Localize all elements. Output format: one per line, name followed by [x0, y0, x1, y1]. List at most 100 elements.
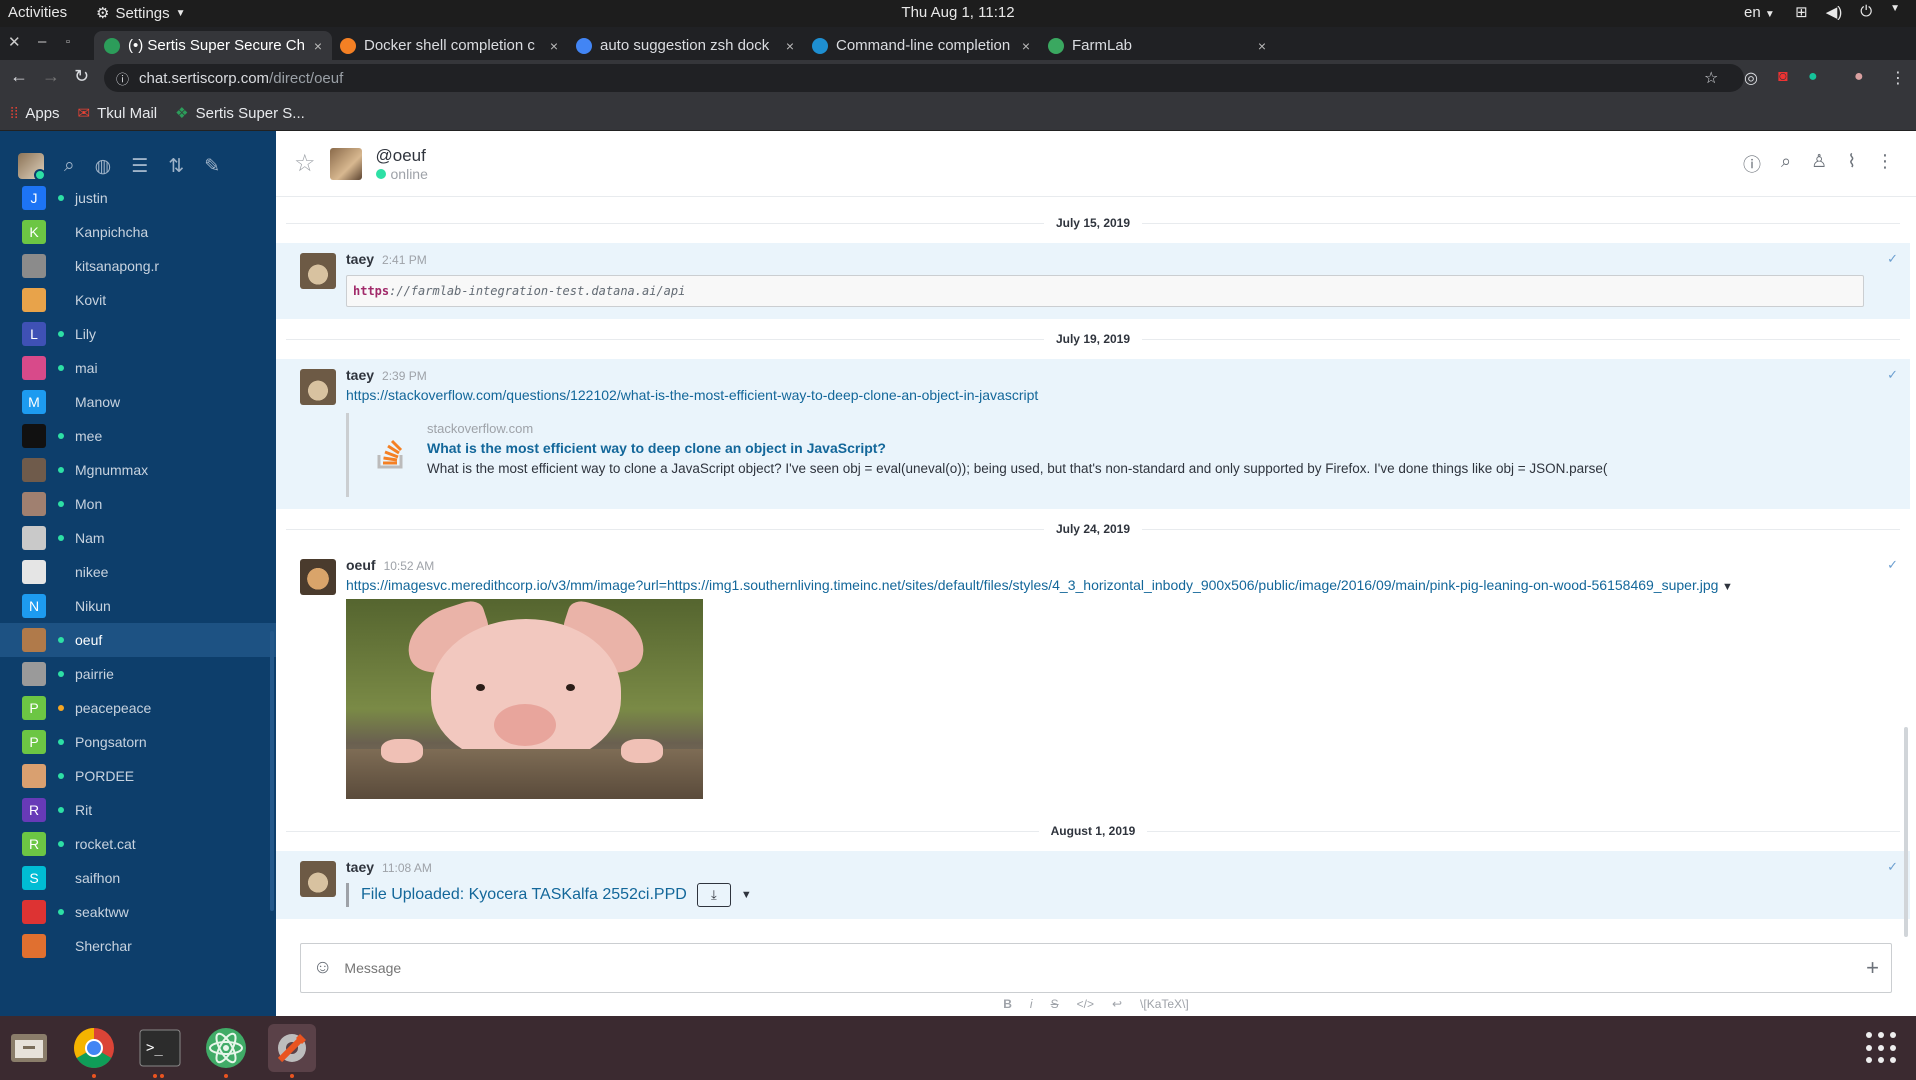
sidebar-item-justin[interactable]: Jjustin [0, 181, 276, 215]
message-avatar[interactable] [300, 369, 336, 405]
room-info-icon[interactable]: ⓘ [1743, 151, 1761, 177]
browser-tab[interactable]: Docker shell completion c × [330, 31, 568, 60]
sidebar-item-pordee[interactable]: PORDEE [0, 759, 276, 793]
bookmark-star-icon[interactable]: ☆ [1704, 68, 1718, 88]
maximize-window-icon[interactable]: ▫ [66, 36, 70, 48]
katex-button[interactable]: \[KaTeX\] [1140, 997, 1189, 1015]
sidebar-item-kitsanapong-r[interactable]: kitsanapong.r [0, 249, 276, 283]
sidebar-item-sherchar[interactable]: Sherchar [0, 929, 276, 963]
message-avatar[interactable] [300, 559, 336, 595]
sidebar-item-manow[interactable]: M Manow [0, 385, 276, 419]
sidebar-item-peacepeace[interactable]: Ppeacepeace [0, 691, 276, 725]
emoji-picker-icon[interactable]: ☺ [313, 957, 332, 979]
code-button[interactable]: </> [1077, 997, 1094, 1015]
directory-globe-icon[interactable]: ◍ [95, 155, 112, 178]
message-username[interactable]: taey [346, 367, 374, 383]
sidebar-item-pairrie[interactable]: pairrie [0, 657, 276, 691]
atom-app-icon[interactable] [202, 1024, 250, 1072]
message[interactable]: ✓ oeuf 10:52 AM https://imagesvc.meredith… [276, 549, 1910, 811]
add-attachment-plus-icon[interactable]: + [1866, 955, 1879, 981]
search-icon[interactable]: ⌕ [64, 155, 75, 177]
tab-close-icon[interactable]: × [314, 38, 322, 54]
files-app-icon[interactable] [5, 1024, 53, 1072]
bookmark-apps[interactable]: ⁞⁞ Apps [10, 105, 60, 122]
system-tray[interactable]: ⊞ ◀) ⏻ ▼ [1795, 3, 1900, 21]
sidebar-item-nikee[interactable]: nikee [0, 555, 276, 589]
chrome-app-icon[interactable] [70, 1024, 118, 1072]
collapse-caret-icon[interactable]: ▼ [1722, 581, 1733, 593]
message-username[interactable]: oeuf [346, 557, 376, 573]
show-applications-grid-icon[interactable] [1866, 1032, 1898, 1064]
url-preview[interactable]: stackoverflow.com What is the most effic… [346, 413, 1910, 497]
sidebar-item-nam[interactable]: Nam [0, 521, 276, 555]
kebab-menu-icon[interactable]: ⋮ [1890, 68, 1906, 88]
sidebar-item-mai[interactable]: mai [0, 351, 276, 385]
browser-tab[interactable]: Command-line completion × [802, 31, 1040, 60]
grammarly-icon[interactable]: ● [1808, 68, 1818, 86]
sidebar-item-mee[interactable]: mee [0, 419, 276, 453]
pig-image-preview[interactable] [346, 599, 703, 799]
back-arrow-icon[interactable]: ← [10, 66, 28, 87]
strike-button[interactable]: S [1051, 997, 1059, 1015]
info-icon[interactable]: ⓘ [116, 69, 129, 88]
browser-tab[interactable]: (•) Sertis Super Secure Ch × [94, 31, 332, 60]
bookmark-sertis[interactable]: ❖ Sertis Super S... [175, 104, 305, 123]
sidebar-item-lily[interactable]: L Lily [0, 317, 276, 351]
forward-arrow-icon[interactable]: → [42, 66, 60, 87]
messages-scrollbar[interactable] [1904, 727, 1908, 937]
message-link[interactable]: https://stackoverflow.com/questions/1221… [346, 387, 1038, 403]
create-new-edit-icon[interactable]: ✎ [204, 155, 220, 178]
room-title[interactable]: @oeuf [376, 146, 428, 166]
preview-title[interactable]: What is the most efficient way to deep c… [427, 440, 1910, 456]
favorite-star-icon[interactable]: ☆ [294, 149, 316, 178]
message[interactable]: ✓ taey 2:41 PM https://farmlab-integratio… [276, 243, 1910, 319]
my-avatar[interactable] [18, 153, 46, 181]
profile-avatar[interactable]: ● [1854, 68, 1864, 86]
minimize-window-icon[interactable]: – [38, 33, 46, 50]
tab-close-icon[interactable]: × [786, 38, 794, 54]
ublock-icon[interactable]: ◙ [1778, 68, 1788, 86]
language-indicator[interactable]: en ▼ [1744, 4, 1775, 21]
tab-close-icon[interactable]: × [550, 38, 558, 54]
address-bar[interactable]: ⓘ chat.sertiscorp.com/direct/oeuf [104, 64, 1744, 92]
message[interactable]: ✓ taey 11:08 AM File Uploaded: Kyocera TA… [276, 851, 1910, 919]
view-mode-list-icon[interactable]: ☰ [131, 155, 148, 178]
sidebar-item-mon[interactable]: Mon [0, 487, 276, 521]
sort-icon[interactable]: ⇅ [168, 155, 184, 178]
message-username[interactable]: taey [346, 251, 374, 267]
message-avatar[interactable] [300, 253, 336, 289]
file-link[interactable]: File Uploaded: Kyocera TASKalfa 2552ci.P… [361, 886, 687, 904]
browser-tab[interactable]: auto suggestion zsh dock × [566, 31, 804, 60]
sidebar-item-saifhon[interactable]: Ssaifhon [0, 861, 276, 895]
sidebar-scrollbar[interactable] [270, 631, 274, 911]
message-input[interactable] [344, 960, 1867, 976]
sidebar-item-pongsatorn[interactable]: P Pongsatorn [0, 725, 276, 759]
clock[interactable]: Thu Aug 1, 11:12 [0, 4, 1916, 21]
sidebar-item-kovit[interactable]: Kovit [0, 283, 276, 317]
sidebar-item-kanpichcha[interactable]: K Kanpichcha [0, 215, 276, 249]
kebab-menu-icon[interactable]: ⋮ [1876, 151, 1894, 177]
bold-button[interactable]: B [1003, 997, 1012, 1015]
sidebar-item-nikun[interactable]: N Nikun [0, 589, 276, 623]
browser-tab[interactable]: FarmLab × [1038, 31, 1276, 60]
bookmark-tkul-mail[interactable]: ✉ Tkul Mail [78, 104, 158, 123]
room-avatar[interactable] [329, 147, 362, 180]
multiline-button[interactable]: ↩ [1112, 997, 1122, 1015]
collapse-caret-icon[interactable]: ▼ [741, 889, 752, 901]
message-link[interactable]: https://imagesvc.meredithcorp.io/v3/mm/i… [346, 577, 1718, 593]
message[interactable]: ✓ taey 2:39 PM https://stackoverflow.com/… [276, 359, 1910, 509]
attachments-paperclip-icon[interactable]: ⌇ [1847, 151, 1856, 177]
download-icon[interactable]: ⤓ [696, 883, 731, 907]
sidebar-item-rocket-cat[interactable]: Rrocket.cat [0, 827, 276, 861]
message-username[interactable]: taey [346, 859, 374, 875]
close-window-icon[interactable]: ✕ [8, 33, 21, 51]
settings-app-icon[interactable] [268, 1024, 316, 1072]
extension-icon[interactable]: ◎ [1744, 68, 1758, 88]
search-messages-icon[interactable]: ⌕ [1781, 151, 1791, 177]
sidebar-item-rit[interactable]: R Rit [0, 793, 276, 827]
sidebar-item-seaktww[interactable]: seaktww [0, 895, 276, 929]
message-avatar[interactable] [300, 861, 336, 897]
reload-icon[interactable]: ↻ [74, 66, 89, 87]
sidebar-item-mgnummax[interactable]: Mgnummax [0, 453, 276, 487]
italic-button[interactable]: i [1030, 997, 1033, 1015]
